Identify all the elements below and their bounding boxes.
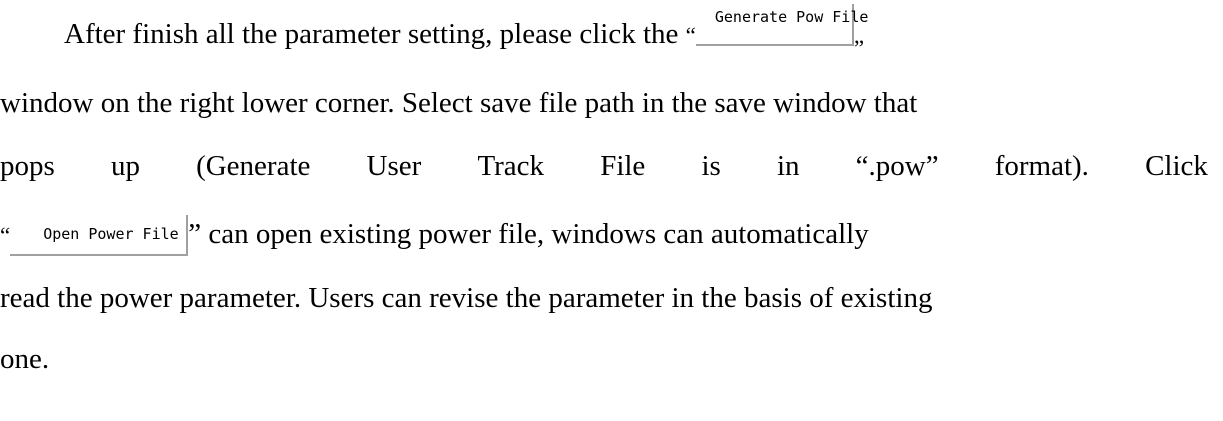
paragraph-line-5: read the power parameter. Users can revi… [0, 278, 1223, 318]
line-3-word: is [701, 150, 721, 182]
generate-pow-file-button[interactable]: Generate Pow File [695, 4, 868, 47]
open-power-file-button[interactable]: Open Power File [10, 214, 189, 256]
line-4-text: ” can open existing power file, windows … [188, 218, 869, 250]
line-3-word: (Generate [196, 150, 311, 182]
line-3-word: File [600, 150, 646, 182]
close-quote: „ [853, 23, 865, 48]
paragraph-line-2: window on the right lower corner. Select… [0, 83, 1223, 123]
line-3-word: in [776, 150, 800, 182]
paragraph-line-3: pops up (Generate User Track File is in … [0, 146, 1208, 186]
line-3-word: “.pow” [855, 150, 939, 182]
line-6-text: one. [0, 343, 50, 375]
line-3-word: up [110, 150, 140, 182]
paragraph-line-1: After finish all the parameter setting, … [64, 4, 1214, 57]
line-3-word: User [366, 150, 422, 182]
line-5-text: read the power parameter. Users can revi… [0, 282, 933, 314]
line-3-word: format). [994, 150, 1089, 182]
line-2-text: window on the right lower corner. Select… [0, 87, 918, 119]
open-quote: “ [0, 223, 11, 248]
open-quote: “ [685, 23, 696, 48]
line-3-word: pops [0, 150, 55, 182]
line-3-word: Track [477, 150, 545, 182]
paragraph-line-6: one. [0, 339, 1223, 379]
paragraph-line-4: “Open Power File” can open existing powe… [0, 214, 1223, 257]
line-3-word: Click [1145, 150, 1208, 182]
line-1-text: After finish all the parameter setting, … [64, 18, 679, 50]
